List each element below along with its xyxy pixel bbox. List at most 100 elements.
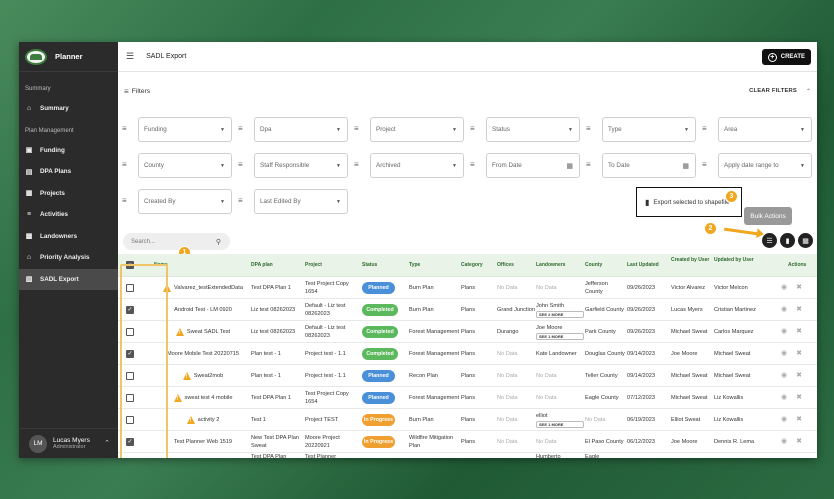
type-value: Forest Management <box>409 329 460 335</box>
filter-to-date[interactable]: To Date ▦ <box>602 153 696 178</box>
column-header[interactable]: Landowners <box>536 262 584 268</box>
county-cell: Eagle County <box>585 390 627 406</box>
column-header[interactable]: Actions <box>788 262 817 268</box>
filter-funding[interactable]: Funding ▼ <box>138 117 232 142</box>
view-icon[interactable]: ◉ <box>781 416 787 423</box>
filter-icon: ≡ <box>238 124 243 133</box>
filter-project[interactable]: Project ▼ <box>370 117 464 142</box>
column-header[interactable]: Type <box>409 262 461 268</box>
sidebar-item-sadl-export[interactable]: ▧ SADL Export <box>19 268 118 290</box>
edit-icon[interactable]: ✖ <box>796 438 802 445</box>
view-icon[interactable]: ◉ <box>781 394 787 401</box>
type-cell: Wildfire Mitigation Plan <box>409 434 461 450</box>
column-header[interactable]: DPA plan <box>251 262 301 268</box>
callout-arrow <box>723 227 759 236</box>
filter-county[interactable]: County ▼ <box>138 153 232 178</box>
table-row[interactable]: Test DPA Plan Test Planner Humberto Eagle <box>118 453 817 458</box>
table-row[interactable]: ✓ Test Planner Web 1519 New Test DPA Plan … <box>118 431 817 453</box>
edit-icon[interactable]: ✖ <box>796 284 802 291</box>
export-file-button[interactable]: ▮ <box>780 233 795 248</box>
view-icon[interactable]: ◉ <box>781 328 787 335</box>
column-header[interactable]: Updated by User <box>714 257 760 263</box>
edit-icon[interactable]: ✖ <box>796 394 802 401</box>
column-header[interactable]: Name <box>154 262 254 268</box>
county-value: Park County <box>585 329 616 335</box>
edit-icon[interactable]: ✖ <box>796 416 802 423</box>
updated-by-value: Dennis R. Lema <box>714 439 755 445</box>
column-header[interactable]: Category <box>461 262 497 268</box>
filter-last-edited-by[interactable]: Last Edited By ▼ <box>254 189 348 214</box>
edit-icon[interactable]: ✖ <box>796 306 802 313</box>
table-row[interactable]: activity 2 Test 1 Project TEST In Progress B… <box>118 409 817 431</box>
view-icon[interactable]: ◉ <box>781 372 787 379</box>
filter-from-date[interactable]: From Date ▦ <box>486 153 580 178</box>
chevron-up-icon[interactable]: ⌃ <box>806 88 811 95</box>
sidebar-item-summary[interactable]: ⌂ Summary <box>19 98 118 120</box>
see-more-button[interactable]: SEE 2 MORE <box>536 311 584 318</box>
filters-header[interactable]: ≡ Filters CLEAR FILTERS ⌃ <box>118 80 817 102</box>
filter-created-by[interactable]: Created By ▼ <box>138 189 232 214</box>
search-input[interactable]: Search... ⚲ <box>123 233 230 250</box>
table-view-button[interactable]: ▦ <box>798 233 813 248</box>
filter-type[interactable]: Type ▼ <box>602 117 696 142</box>
sidebar-item-projects[interactable]: ▦ Projects <box>19 183 118 205</box>
county-cell: Garfield County <box>585 302 627 318</box>
filter-icon: ≡ <box>238 160 243 169</box>
view-icon[interactable]: ◉ <box>781 306 787 313</box>
dpa-value: Test DPA Plan 1 <box>251 285 292 291</box>
bulk-actions-button[interactable]: ☰ <box>762 233 777 248</box>
type-cell <box>409 453 461 458</box>
sidebar-item-funding[interactable]: ▣ Funding <box>19 140 118 162</box>
sidebar-item-landowners[interactable]: ▩ Landowners <box>19 226 118 248</box>
status-badge: In Progress <box>362 436 395 448</box>
updated-by-value: Michael Sweat <box>714 373 751 379</box>
sidebar-item-label: Landowners <box>40 232 78 240</box>
edit-icon[interactable]: ✖ <box>796 372 802 379</box>
filter-archived[interactable]: Archived ▼ <box>370 153 464 178</box>
created-by-cell <box>671 453 715 458</box>
user-menu[interactable]: LM Lucas Myers Administrator ⌃ <box>19 428 118 458</box>
view-icon[interactable]: ◉ <box>781 438 787 445</box>
table-row[interactable]: ✓ Android Test - LM 0920 Liz test 08262023… <box>118 299 817 321</box>
filter-status[interactable]: Status ▼ <box>486 117 580 142</box>
table-row[interactable]: sweat test 4 mobile Test DPA Plan 1 Test P… <box>118 387 817 409</box>
sidebar-item-priority-analysis[interactable]: ⌂ Priority Analysis <box>19 247 118 269</box>
column-header[interactable]: Created by User <box>671 257 715 263</box>
table-row[interactable]: Sweat SADL Test Liz test 08262023 Default … <box>118 321 817 343</box>
row-actions: ◉ ✖ <box>781 306 802 314</box>
create-button[interactable]: + CREATE <box>761 49 811 65</box>
updated-by-cell: Liz Kowallis <box>714 390 760 406</box>
project-cell: Project test - 1.1 <box>305 368 359 384</box>
row-name: sweat test 4 mobile <box>184 395 233 401</box>
filter-staff-responsible[interactable]: Staff Responsible ▼ <box>254 153 348 178</box>
page-title: SADL Export <box>146 53 187 60</box>
filter-area[interactable]: Area ▼ <box>718 117 812 142</box>
column-header[interactable]: Project <box>305 262 359 268</box>
column-header[interactable]: Status <box>362 262 412 268</box>
edit-icon[interactable]: ✖ <box>796 328 802 335</box>
table-row[interactable]: ✓ Moore Mobile Test 20220715 Plan test - 1… <box>118 343 817 365</box>
filter-apply-date-range-to[interactable]: Apply date range to ▼ <box>718 153 812 178</box>
updated-cell <box>627 453 671 458</box>
row-name: Valvarez_testExtendedData <box>174 285 243 291</box>
table-row[interactable]: Sweat2mob Plan test - 1 Project test - 1.1… <box>118 365 817 387</box>
view-icon[interactable]: ◉ <box>781 284 787 291</box>
see-more-button[interactable]: SEE 1 MORE <box>536 421 584 428</box>
row-name: activity 2 <box>197 417 220 423</box>
column-header[interactable]: Last Updated <box>627 262 671 268</box>
table-row[interactable]: Valvarez_testExtendedData Test DPA Plan 1… <box>118 277 817 299</box>
clear-filters-button[interactable]: CLEAR FILTERS <box>749 88 797 94</box>
sidebar-item-dpa-plans[interactable]: ▤ DPA Plans <box>19 161 118 183</box>
menu-icon[interactable]: ☰ <box>126 51 134 62</box>
sidebar-item-activities[interactable]: ≡ Activities <box>19 204 118 226</box>
view-icon[interactable]: ◉ <box>781 350 787 357</box>
list-icon: ≡ <box>26 211 32 219</box>
filter-dpa[interactable]: Dpa ▼ <box>254 117 348 142</box>
column-header[interactable]: County <box>585 262 627 268</box>
dpa-value: Test 1 <box>251 417 266 423</box>
edit-icon[interactable]: ✖ <box>796 350 802 357</box>
column-header[interactable]: Offices <box>497 262 535 268</box>
see-more-button[interactable]: SEE 1 MORE <box>536 333 584 340</box>
type-value: Recon Plan <box>409 373 438 379</box>
status-badge: Planned <box>362 392 395 404</box>
